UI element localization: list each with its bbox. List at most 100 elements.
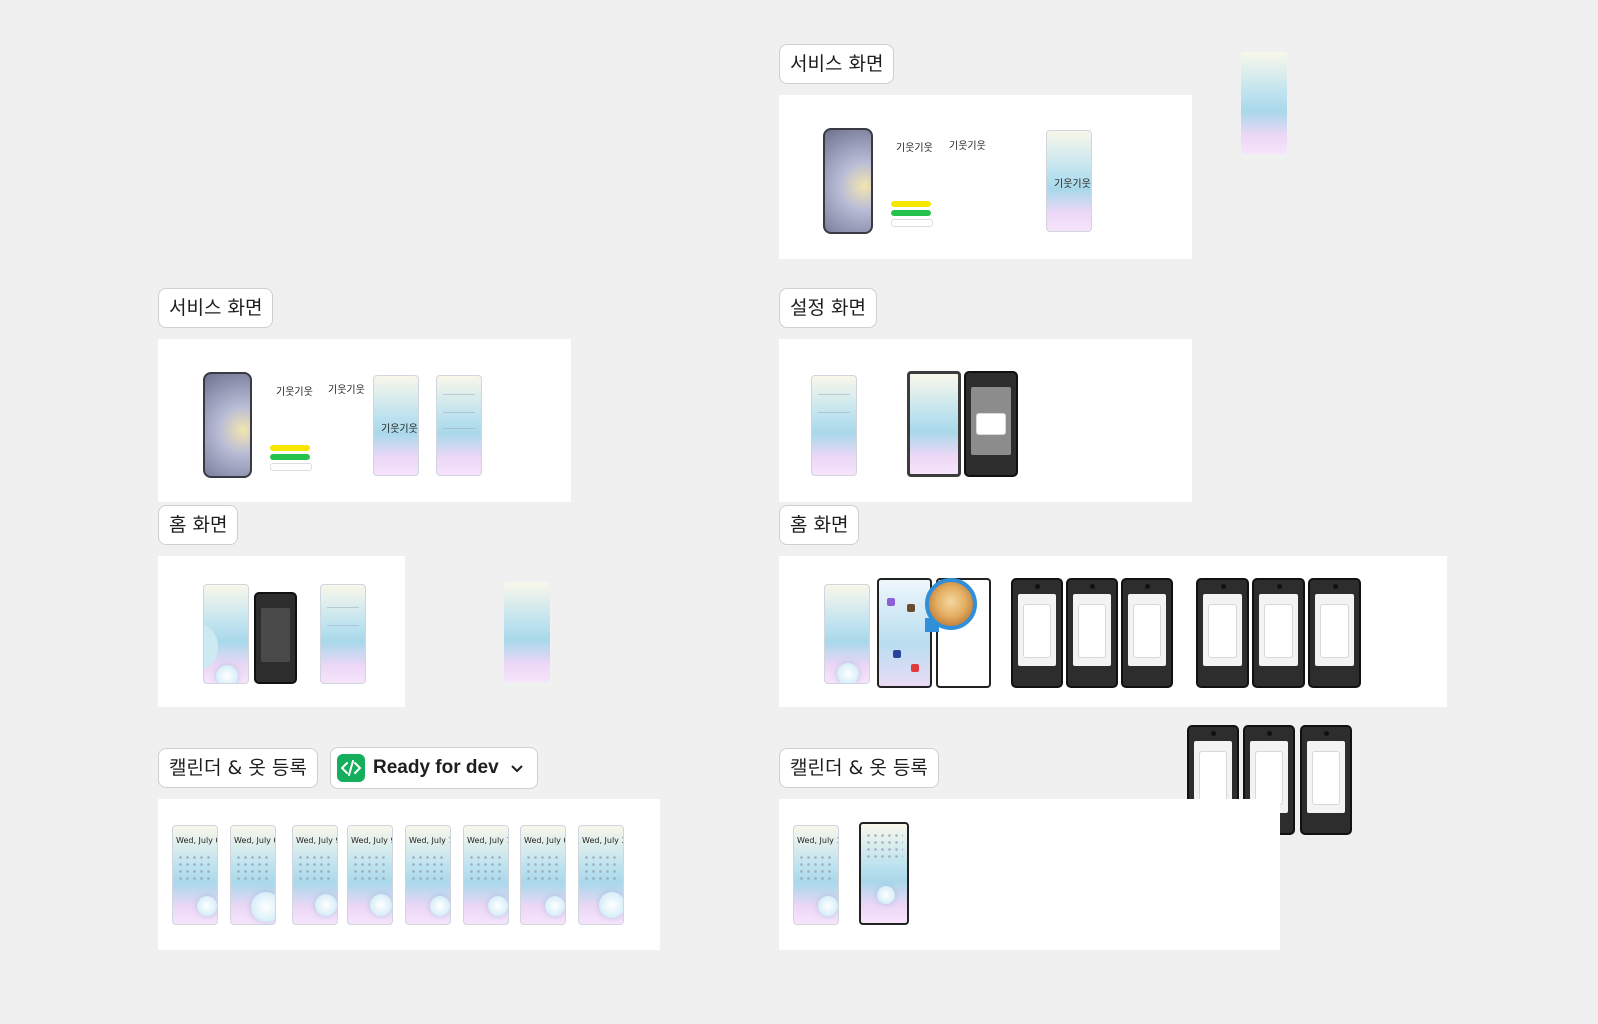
kakao-login-button[interactable] xyxy=(270,445,310,451)
date-label: Wed, July 9 xyxy=(351,836,393,845)
frame-settings[interactable] xyxy=(779,339,1192,502)
calendar-grid xyxy=(583,854,619,882)
phone-ghost-top[interactable] xyxy=(1241,52,1287,154)
phone-popup[interactable] xyxy=(1308,578,1361,688)
phone-popup[interactable] xyxy=(1252,578,1305,688)
phone-popup[interactable] xyxy=(1066,578,1118,688)
section-label-service-top[interactable]: 서비스 화면 xyxy=(779,44,895,84)
phone-calendar[interactable]: Wed, July 03 xyxy=(172,825,218,925)
date-label: Wed, July 03 xyxy=(524,836,565,845)
naver-login-button[interactable] xyxy=(891,210,931,216)
phone-ghost-home[interactable] xyxy=(504,582,550,682)
clothes-circle xyxy=(370,894,392,916)
dimmed-screen xyxy=(261,608,290,662)
calendar-grid xyxy=(468,854,504,882)
phone-home-screen[interactable] xyxy=(823,128,873,234)
frame-home-right[interactable] xyxy=(779,556,1447,707)
collaborator-avatar[interactable] xyxy=(925,578,977,630)
divider xyxy=(327,607,359,608)
phone-calendar[interactable]: Wed, July 9 xyxy=(347,825,393,925)
clothes-circle xyxy=(599,892,623,918)
google-login-button[interactable] xyxy=(891,219,933,227)
phone-settings-slider[interactable] xyxy=(907,371,961,477)
phone-popup[interactable] xyxy=(1196,578,1249,688)
phone-home[interactable] xyxy=(824,584,870,684)
decor-curve xyxy=(204,625,218,669)
divider xyxy=(443,394,475,395)
clothes-icon xyxy=(907,604,915,612)
phone-calendar[interactable]: Wed, July 03 xyxy=(520,825,566,925)
dialog-card xyxy=(976,413,1006,435)
clothes-circle xyxy=(216,665,238,683)
section-label-home-left[interactable]: 홈 화면 xyxy=(158,505,239,545)
phone-home-clothes[interactable] xyxy=(877,578,932,688)
frame-home-left[interactable] xyxy=(158,556,405,707)
naver-login-button[interactable] xyxy=(270,454,310,460)
phone-settings[interactable] xyxy=(811,375,857,476)
phone-settings[interactable] xyxy=(320,584,366,684)
kakao-login-button[interactable] xyxy=(891,201,931,207)
section-label-home-right[interactable]: 홈 화면 xyxy=(779,505,860,545)
clothes-circle xyxy=(545,896,565,916)
calendar-grid xyxy=(865,832,903,860)
splash-title: 기웃기웃 xyxy=(1054,179,1091,190)
divider xyxy=(818,394,850,395)
frame-service-top[interactable]: 기웃기웃 기웃기웃 기웃기웃 xyxy=(779,95,1192,259)
app-title: 기웃기웃 xyxy=(896,143,933,154)
section-label-calendar-right[interactable]: 캘린더 & 옷 등록 xyxy=(779,748,939,788)
chevron-down-icon[interactable] xyxy=(510,760,523,776)
phone-settings[interactable] xyxy=(436,375,482,476)
divider xyxy=(327,625,359,626)
dev-status-label: Ready for dev xyxy=(373,757,499,778)
calendar-grid xyxy=(177,854,213,882)
section-label-calendar-left[interactable]: 캘린더 & 옷 등록 xyxy=(158,748,318,788)
section-label-service-left[interactable]: 서비스 화면 xyxy=(158,288,274,328)
date-label: Wed, July 9 xyxy=(296,836,338,845)
phone-popup[interactable] xyxy=(1121,578,1173,688)
date-label: Wed, July 15 xyxy=(797,836,838,845)
phone-calendar[interactable]: Wed, July 15 xyxy=(463,825,509,925)
calendar-grid xyxy=(410,854,446,882)
clothes-circle xyxy=(251,892,275,922)
phone-calendar[interactable]: Wed, July 15 xyxy=(793,825,839,925)
phone-home[interactable] xyxy=(203,584,249,684)
clothes-circle xyxy=(315,894,337,916)
design-canvas[interactable]: 서비스 화면 기웃기웃 기웃기웃 기웃기웃 서비스 화면 기웃기웃 기웃기웃 기… xyxy=(0,0,1598,1024)
phone-popup[interactable] xyxy=(1011,578,1063,688)
frame-calendar-right[interactable]: Wed, July 15 xyxy=(779,799,1280,950)
ready-for-dev-badge[interactable]: Ready for dev xyxy=(330,747,538,789)
clothes-icon xyxy=(887,598,895,606)
phone-splash[interactable]: 기웃기웃 xyxy=(1046,130,1092,232)
phone-calendar-device[interactable] xyxy=(859,822,909,925)
calendar-grid xyxy=(297,854,333,882)
clothes-circle xyxy=(430,896,450,916)
phone-settings-dialog[interactable] xyxy=(964,371,1018,477)
clothes-circle xyxy=(488,896,508,916)
frame-calendar-left[interactable]: Wed, July 03 Wed, July 06 Wed, July 9 We… xyxy=(158,799,660,950)
app-title: 기웃기웃 xyxy=(276,387,313,398)
calendar-grid xyxy=(235,854,271,882)
phone-calendar[interactable]: Wed, July 15 xyxy=(405,825,451,925)
section-label-settings[interactable]: 설정 화면 xyxy=(779,288,877,328)
phone-home-screen[interactable] xyxy=(203,372,252,478)
clothes-circle xyxy=(818,896,838,916)
divider xyxy=(818,412,850,413)
code-icon xyxy=(337,754,365,782)
phone-home-popup[interactable] xyxy=(254,592,297,684)
phone-calendar[interactable]: Wed, July 06 xyxy=(230,825,276,925)
calendar-grid xyxy=(352,854,388,882)
date-label: Wed, July 15 xyxy=(409,836,450,845)
frame-service-left[interactable]: 기웃기웃 기웃기웃 기웃기웃 xyxy=(158,339,571,502)
phone-calendar[interactable]: Wed, July 9 xyxy=(292,825,338,925)
phone-splash[interactable]: 기웃기웃 xyxy=(373,375,419,476)
clothes-circle xyxy=(197,896,217,916)
calendar-grid xyxy=(798,854,834,882)
divider xyxy=(443,428,475,429)
calendar-grid xyxy=(525,854,561,882)
phone-calendar[interactable]: Wed, July 31 xyxy=(578,825,624,925)
date-label: Wed, July 06 xyxy=(234,836,275,845)
splash-title: 기웃기웃 xyxy=(381,424,418,435)
google-login-button[interactable] xyxy=(270,463,312,471)
phone-popup[interactable] xyxy=(1300,725,1352,835)
clothes-icon xyxy=(893,650,901,658)
